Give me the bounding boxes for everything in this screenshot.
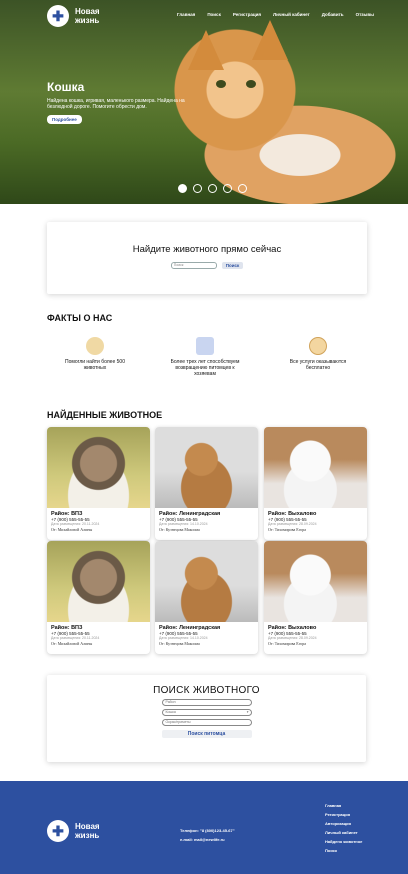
footer-phone: Телефон: "8 (800)123-45-67" (180, 828, 235, 833)
marks-field[interactable]: Окрас/приметы (161, 719, 252, 726)
footer-contacts: Телефон: "8 (800)123-45-67" e-mail: mail… (180, 826, 235, 844)
pet-photo (47, 427, 150, 508)
footer-brand-name: Новая жизнь (75, 822, 100, 840)
district-field[interactable]: Район (161, 699, 252, 706)
animal-search-title: ПОИСК ЖИВОТНОГО (153, 685, 260, 696)
pet-card[interactable]: Район: ВПЗ +7 (900) 555-55-55 Дата разме… (47, 541, 150, 654)
slide-dot[interactable] (178, 184, 187, 193)
hero-title: Кошка (47, 80, 85, 94)
footer-link-register[interactable]: Регистрация (325, 812, 362, 817)
quick-search-title: Найдите животного прямо сейчас (132, 244, 282, 255)
pets-icon (86, 337, 104, 355)
pet-owner: От: Тихомирова Егора (268, 641, 307, 646)
chevron-down-icon: ▾ (246, 710, 249, 714)
free-badge-icon (309, 337, 327, 355)
pet-photo (264, 541, 367, 622)
more-button[interactable]: Подробнее (47, 115, 82, 124)
pet-search-button[interactable]: Поиск питомца (161, 730, 252, 738)
footer-email[interactable]: e-mail: mail@newlife.ru (180, 835, 235, 844)
pet-card[interactable]: Район: Ленинградская +7 (900) 555-55-55 … (155, 427, 258, 540)
animal-type-value: Кошка (165, 710, 176, 714)
facts-title: ФАКТЫ О НАС (47, 313, 113, 323)
main-nav: Главная Поиск Регистрация Личный кабинет… (177, 12, 374, 17)
pet-owner: От: Кузнецова Максима (159, 641, 200, 646)
district-field-text: Район (165, 700, 176, 704)
hero-banner: ✚ Новая жизнь Главная Поиск Регистрация … (0, 0, 408, 204)
nav-add[interactable]: Добавить (322, 12, 344, 17)
pet-owner: От: Михайловой Алины (51, 641, 93, 646)
quick-search-input[interactable]: Поиск (170, 262, 217, 269)
pet-card[interactable]: Район: Выхалово +7 (900) 555-55-55 Дата … (264, 541, 367, 654)
pet-owner: От: Михайловой Алины (51, 527, 93, 532)
cat-ear-shape (252, 20, 288, 60)
slide-dot[interactable] (238, 184, 247, 193)
nav-account[interactable]: Личный кабинет (273, 12, 310, 17)
pet-card[interactable]: Район: ВПЗ +7 (900) 555-55-55 Дата разме… (47, 427, 150, 540)
pet-card[interactable]: Район: Выхалово +7 (900) 555-55-55 Дата … (264, 427, 367, 540)
pet-district: Район: Выхалово (268, 511, 317, 517)
pet-district: Район: Ленинградская (159, 511, 221, 517)
pet-photo (264, 427, 367, 508)
nav-home[interactable]: Главная (177, 12, 195, 17)
cat-eye-shape (216, 80, 226, 88)
paw-cross-icon: ✚ (47, 5, 69, 27)
footer-link-account[interactable]: Личный кабинет (325, 830, 362, 835)
footer-links: Главная Регистрация Авторизация Личный к… (325, 803, 362, 853)
pet-district: Район: ВПЗ (51, 511, 83, 517)
found-title: НАЙДЕННЫЕ ЖИВОТНОЕ (47, 410, 163, 420)
pet-owner: От: Кузнецова Максима (159, 527, 200, 532)
cat-eye-shape (246, 80, 256, 88)
fact-text: Все услуги оказываются бесплатно (289, 359, 347, 371)
fact-item: Все услуги оказываются бесплатно (278, 337, 358, 371)
quick-search-card: Найдите животного прямо сейчас Поиск Пои… (47, 222, 367, 294)
footer-logo[interactable]: ✚ Новая жизнь (47, 820, 109, 842)
footer-link-login[interactable]: Авторизация (325, 821, 362, 826)
pet-district: Район: Ленинградская (159, 625, 221, 631)
nav-search[interactable]: Поиск (207, 12, 221, 17)
pet-district: Район: ВПЗ (51, 625, 83, 631)
slide-dot[interactable] (208, 184, 217, 193)
footer-link-home[interactable]: Главная (325, 803, 362, 808)
brand-logo[interactable]: ✚ Новая жизнь (47, 5, 109, 27)
slide-dot[interactable] (193, 184, 202, 193)
brand-name: Новая жизнь (75, 7, 100, 25)
pet-district: Район: Выхалово (268, 625, 317, 631)
pet-owner: От: Тихомирова Егора (268, 527, 307, 532)
slider-dots (178, 184, 247, 193)
animal-search-card: ПОИСК ЖИВОТНОГО Район Кошка ▾ Окрас/приме… (47, 675, 366, 762)
pet-photo (155, 541, 258, 622)
quick-search-button[interactable]: Поиск (221, 262, 244, 269)
fact-item: Помогли найти более 500 животных (55, 337, 135, 371)
fact-text: Помогли найти более 500 животных (65, 359, 125, 371)
pet-photo (47, 541, 150, 622)
pet-photo (155, 427, 258, 508)
paw-cross-icon: ✚ (47, 820, 69, 842)
footer-link-search[interactable]: Поиск (325, 848, 362, 853)
fact-item: Более трех лет способствуем возвращению … (165, 337, 245, 377)
nav-reviews[interactable]: Отзывы (356, 12, 374, 17)
pet-card[interactable]: Район: Ленинградская +7 (900) 555-55-55 … (155, 541, 258, 654)
slide-dot[interactable] (223, 184, 232, 193)
marks-field-text: Окрас/приметы (165, 720, 191, 724)
animal-type-select[interactable]: Кошка ▾ (161, 709, 252, 716)
hero-text: Найдена кошка, игривая, маленького разме… (47, 98, 185, 110)
cat-ear-shape (188, 30, 224, 70)
fact-text: Более трех лет способствуем возвращению … (170, 359, 240, 377)
nav-register[interactable]: Регистрация (233, 12, 261, 17)
house-icon (196, 337, 214, 355)
footer-link-found[interactable]: Найдено животное (325, 839, 362, 844)
